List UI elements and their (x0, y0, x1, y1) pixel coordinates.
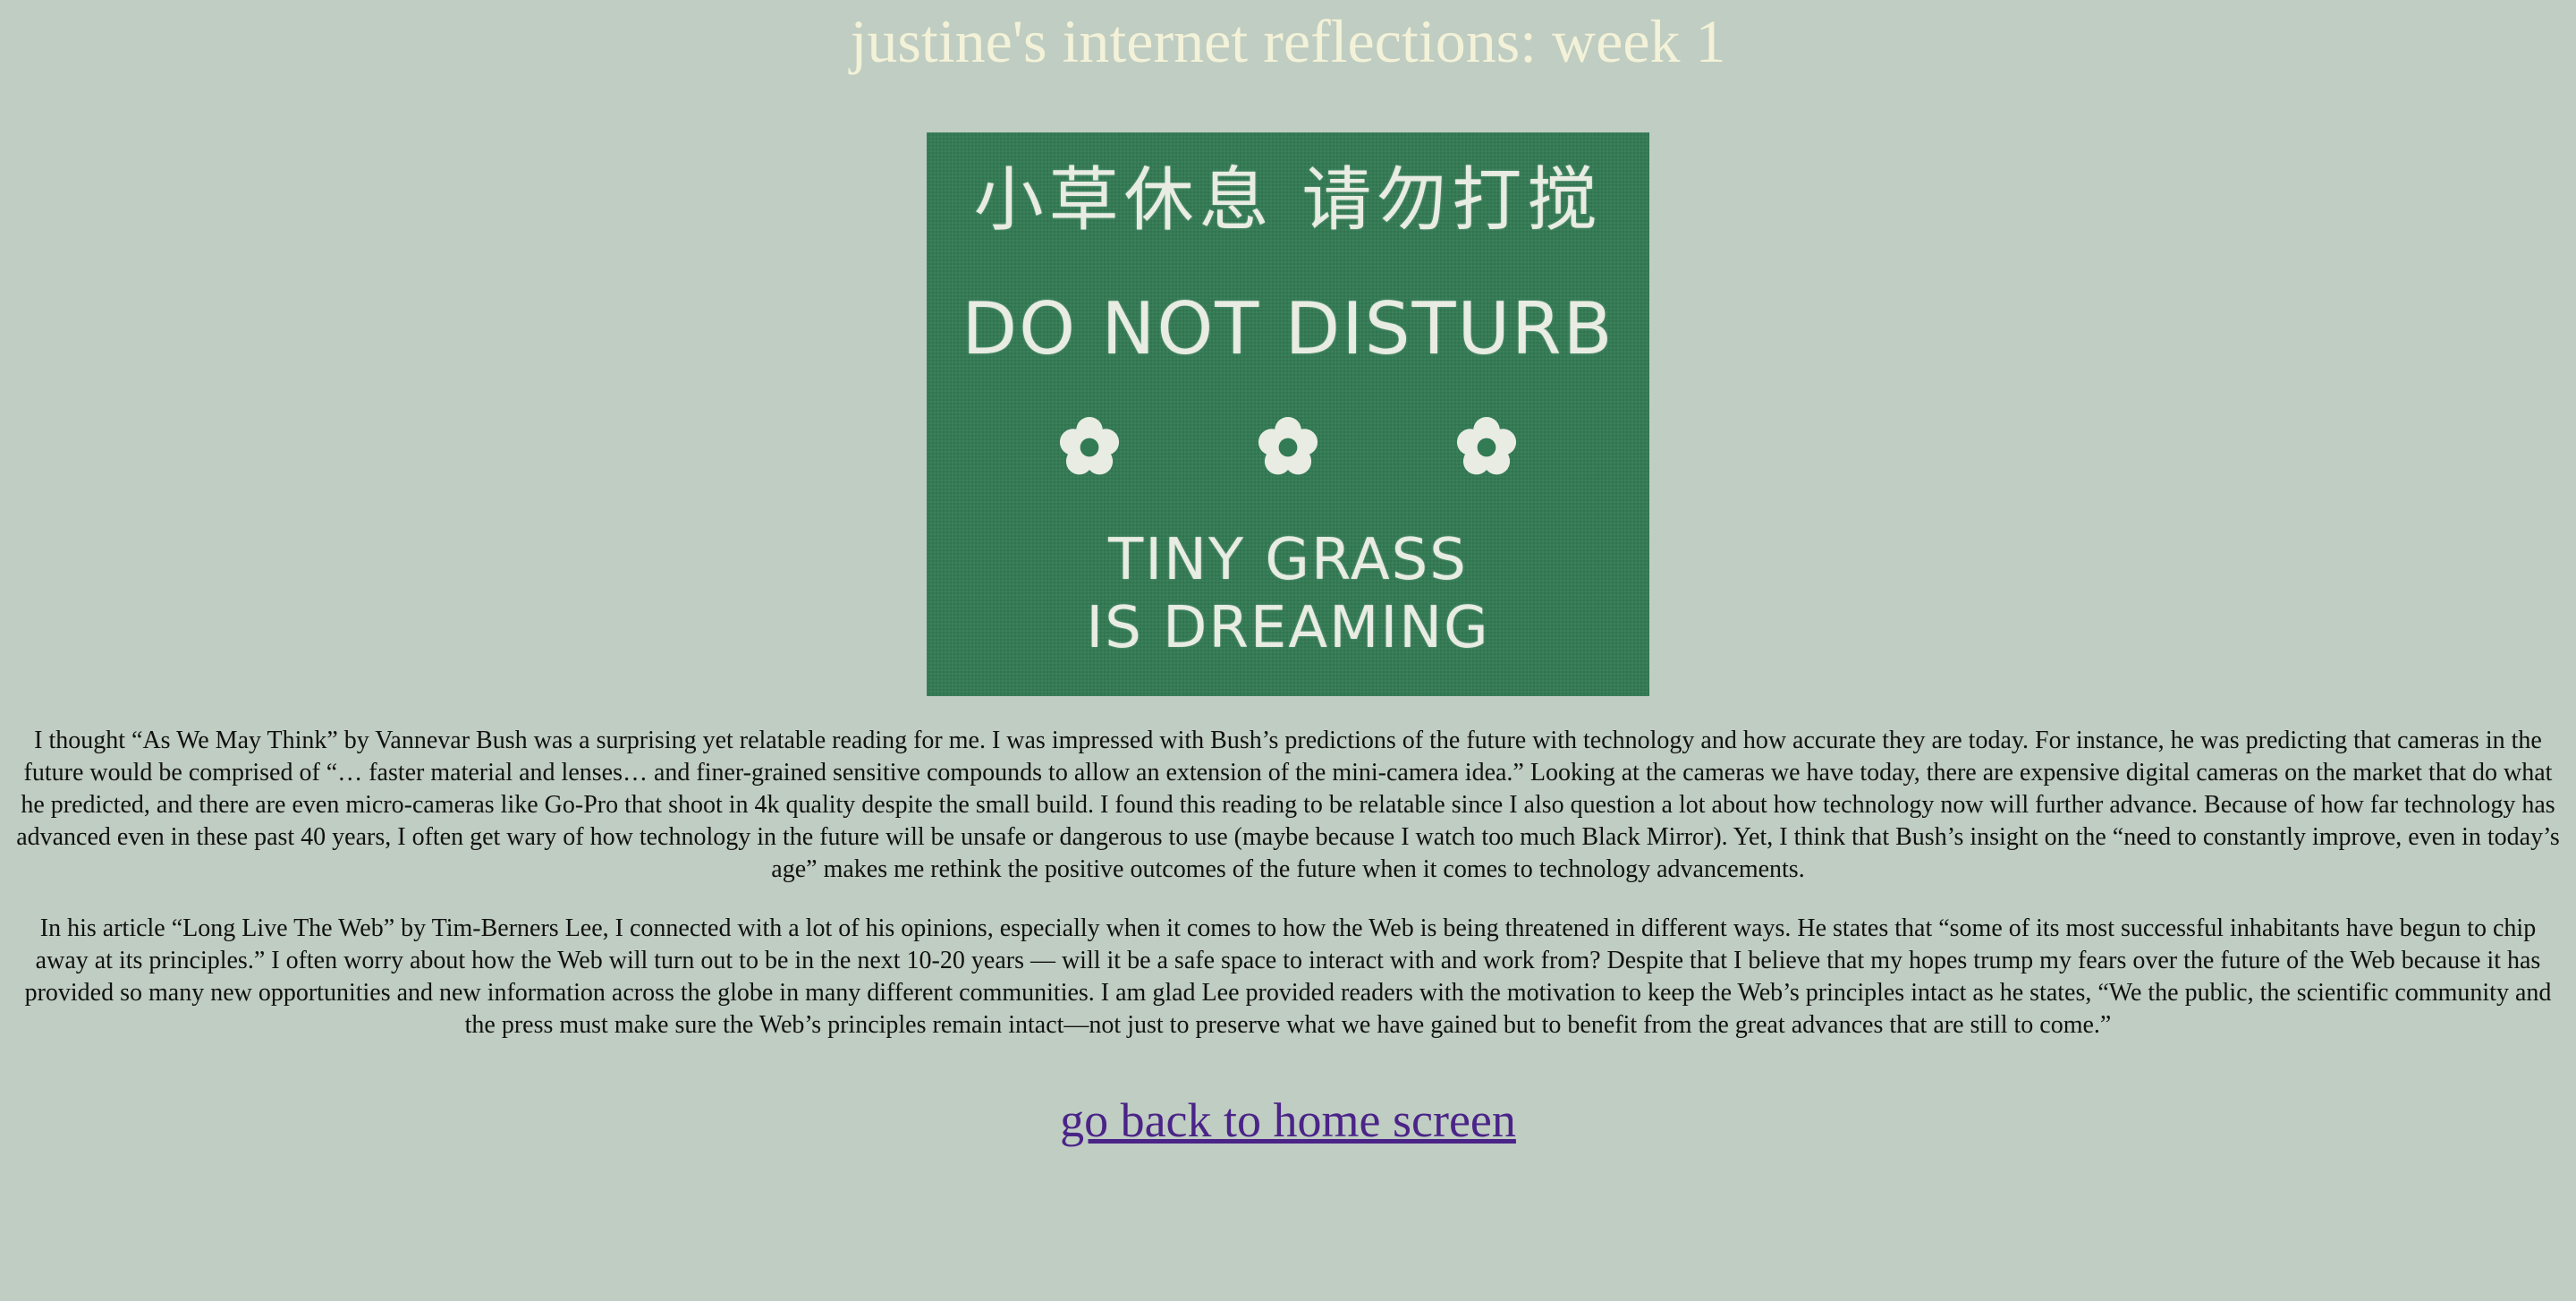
hero-do-not-disturb-text: DO NOT DISTURB (962, 287, 1614, 370)
hero-is-dreaming-text: IS DREAMING (1086, 595, 1490, 661)
flower-icon (1059, 416, 1120, 475)
flower-row (927, 414, 1649, 480)
reflection-paragraph-lee: In his article “Long Live The Web” by Ti… (24, 914, 2552, 1039)
hero-tiny-grass-text: TINY GRASS (1108, 527, 1468, 593)
reflection-paragraph-bush: I thought “As We May Think” by Vannevar … (16, 727, 2560, 883)
home-link[interactable]: go back to home screen (1060, 1092, 1516, 1149)
do-not-disturb-image: 小草休息 请勿打搅 DO NOT DISTURB TINY GRASS IS D… (927, 132, 1649, 696)
flower-icon (1258, 416, 1318, 475)
flower-icon (1456, 416, 1517, 475)
page: justine's internet reflections: week 1 小… (0, 0, 2576, 1301)
page-title: justine's internet reflections: week 1 (850, 7, 1726, 75)
hero-chinese-text: 小草休息 请勿打搅 (973, 160, 1603, 241)
